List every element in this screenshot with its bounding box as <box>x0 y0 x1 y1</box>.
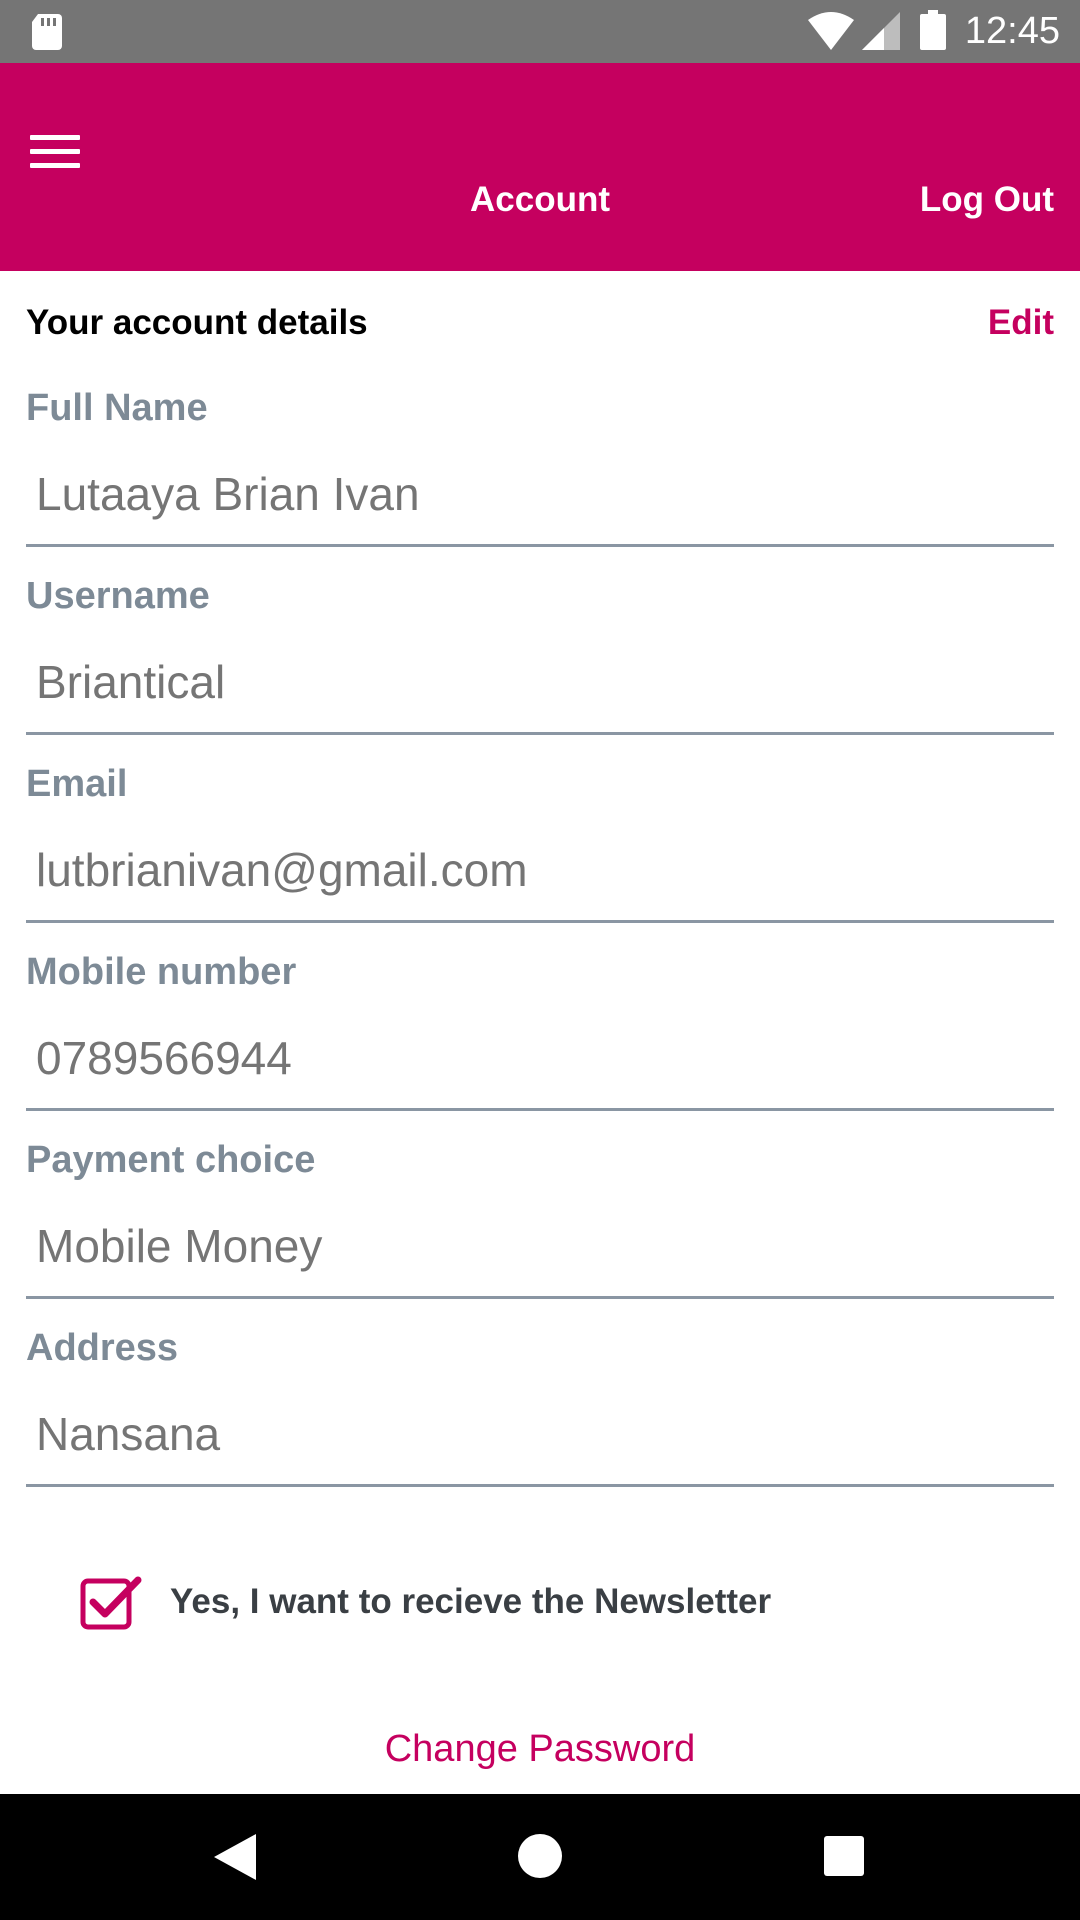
battery-icon <box>920 10 946 50</box>
newsletter-checkbox[interactable]: Yes, I want to recieve the Newsletter <box>80 1570 771 1634</box>
divider <box>26 544 1054 547</box>
status-bar: 12:45 <box>0 0 1080 63</box>
divider <box>26 1484 1054 1487</box>
mobile-number-value: 0789566944 <box>36 1032 292 1084</box>
divider <box>26 1296 1054 1299</box>
address-value: Nansana <box>36 1408 221 1460</box>
page-title: Account <box>470 180 610 219</box>
email-field: Email lutbrianivan@gmail.com <box>26 760 1054 948</box>
field-label: Payment choice <box>26 1139 316 1181</box>
payment-choice-field: Payment choice Mobile Money <box>26 1136 1054 1324</box>
field-label: Full Name <box>26 387 208 429</box>
hamburger-menu-icon[interactable] <box>30 116 84 186</box>
username-value: Briantical <box>36 656 226 708</box>
sd-card-icon <box>32 14 62 50</box>
payment-choice-value: Mobile Money <box>36 1220 323 1272</box>
section-title: Your account details <box>26 303 368 342</box>
logout-button[interactable]: Log Out <box>920 170 1054 230</box>
change-password-link[interactable]: Change Password <box>0 1728 1080 1771</box>
username-field: Username Briantical <box>26 572 1054 760</box>
full-name-value: Lutaaya Brian Ivan <box>36 468 420 520</box>
home-icon[interactable] <box>518 1834 562 1878</box>
navigation-bar <box>0 1794 1080 1920</box>
field-label: Mobile number <box>26 951 297 993</box>
divider <box>26 920 1054 923</box>
edit-button[interactable]: Edit <box>988 303 1054 343</box>
full-name-field: Full Name Lutaaya Brian Ivan <box>26 384 1054 572</box>
status-time: 12:45 <box>964 10 1060 52</box>
signal-icon <box>862 12 900 50</box>
mobile-number-field: Mobile number 0789566944 <box>26 948 1054 1136</box>
newsletter-label: Yes, I want to recieve the Newsletter <box>170 1582 772 1621</box>
divider <box>26 732 1054 735</box>
divider <box>26 1108 1054 1111</box>
email-value: lutbrianivan@gmail.com <box>36 844 528 896</box>
checkbox-checked-icon[interactable] <box>80 1574 142 1630</box>
address-field: Address Nansana <box>26 1324 1054 1512</box>
back-icon[interactable] <box>214 1834 256 1880</box>
app-bar <box>0 63 1080 271</box>
wifi-icon <box>808 12 854 50</box>
field-label: Address <box>26 1327 179 1369</box>
field-label: Email <box>26 763 128 805</box>
field-label: Username <box>26 575 210 617</box>
recents-icon[interactable] <box>824 1836 864 1876</box>
